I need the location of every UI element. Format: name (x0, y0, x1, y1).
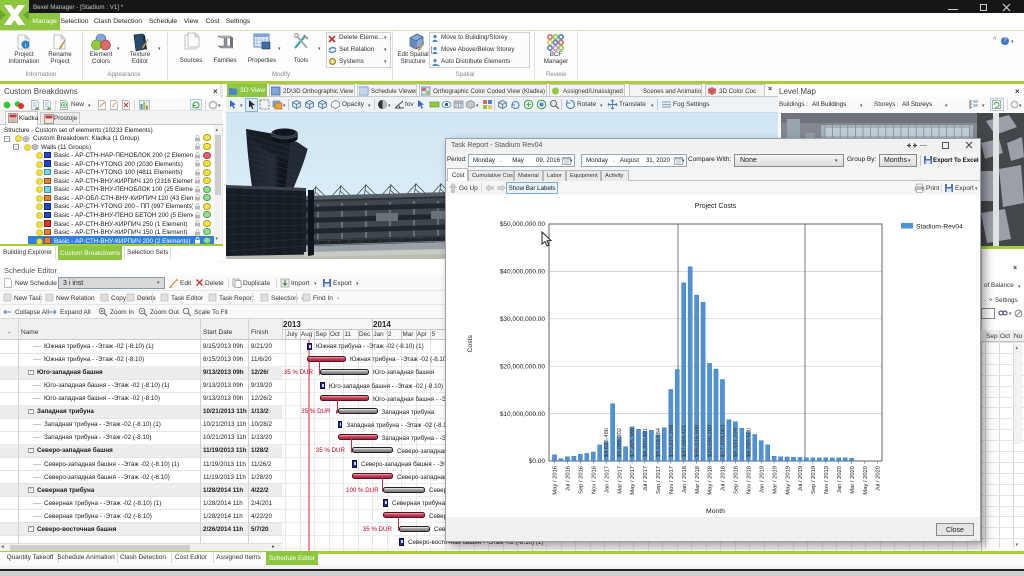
svg-text:$35,016,500: $35,016,500 (695, 425, 701, 457)
svg-text:Sep / 2016: Sep / 2016 (579, 466, 585, 494)
svg-text:$37,584,421: $37,584,421 (682, 425, 688, 457)
svg-text:Mar / 2019: Mar / 2019 (772, 466, 778, 494)
svg-text:Sep / 2017: Sep / 2017 (656, 466, 662, 494)
svg-text:$8,331,229: $8,331,229 (733, 428, 739, 457)
svg-text:Jul / 2016: Jul / 2016 (566, 466, 572, 491)
svg-text:$50,000,000.00: $50,000,000.00 (500, 221, 546, 228)
svg-text:Jan / 2020: Jan / 2020 (837, 466, 843, 493)
svg-text:Month: Month (706, 508, 725, 515)
svg-text:$10,227,299: $10,227,299 (669, 425, 675, 457)
svg-text:$6,260,500: $6,260,500 (746, 428, 752, 457)
svg-text:May / 2019: May / 2019 (785, 466, 791, 495)
svg-text:Stadium-Rev04: Stadium-Rev04 (916, 224, 963, 231)
svg-text:Jul / 2018: Jul / 2018 (721, 466, 727, 491)
svg-text:Nov / 2017: Nov / 2017 (669, 466, 675, 494)
svg-text:Costs: Costs (467, 335, 474, 353)
svg-text:Jan / 2019: Jan / 2019 (759, 466, 765, 493)
svg-text:Jul / 2019: Jul / 2019 (798, 466, 804, 491)
svg-text:Mar / 2018: Mar / 2018 (695, 466, 701, 494)
svg-text:Nov / 2018: Nov / 2018 (747, 466, 753, 494)
svg-text:Jan / 2018: Jan / 2018 (682, 466, 688, 493)
svg-text:$20,590,280: $20,590,280 (708, 425, 714, 457)
svg-text:Project Costs: Project Costs (695, 203, 737, 210)
svg-text:$6,300,491: $6,300,491 (643, 428, 649, 457)
svg-text:$40,000,000.00: $40,000,000.00 (500, 269, 546, 276)
svg-text:$0.00: $0.00 (529, 458, 546, 465)
svg-text:$17,209,083: $17,209,083 (721, 425, 727, 457)
svg-text:Jul / 2020: Jul / 2020 (876, 466, 882, 491)
svg-text:$5,086,302: $5,086,302 (617, 428, 623, 457)
svg-text:$30,000,000.00: $30,000,000.00 (500, 316, 546, 323)
svg-text:May / 2020: May / 2020 (863, 466, 869, 495)
svg-text:$10,000,000.00: $10,000,000.00 (500, 411, 546, 418)
svg-text:$5,519,084: $5,519,084 (656, 427, 662, 457)
svg-text:Sep / 2019: Sep / 2019 (811, 466, 817, 494)
svg-text:May / 2018: May / 2018 (708, 466, 714, 495)
svg-text:Nov / 2016: Nov / 2016 (592, 466, 598, 494)
svg-text:May / 2017: May / 2017 (630, 466, 636, 495)
svg-text:Sep / 2018: Sep / 2018 (734, 466, 740, 494)
svg-text:$7,205,388: $7,205,388 (630, 428, 636, 457)
svg-text:Nov / 2019: Nov / 2019 (824, 466, 830, 494)
svg-text:May / 2016: May / 2016 (553, 466, 559, 495)
svg-text:$4,026,486: $4,026,486 (604, 428, 610, 457)
svg-text:Jul / 2017: Jul / 2017 (643, 466, 649, 491)
svg-text:Jan / 2017: Jan / 2017 (604, 466, 610, 493)
svg-text:Mar / 2017: Mar / 2017 (617, 466, 623, 494)
svg-text:Mar / 2020: Mar / 2020 (850, 466, 856, 494)
svg-text:$20,000,000.00: $20,000,000.00 (500, 363, 546, 370)
